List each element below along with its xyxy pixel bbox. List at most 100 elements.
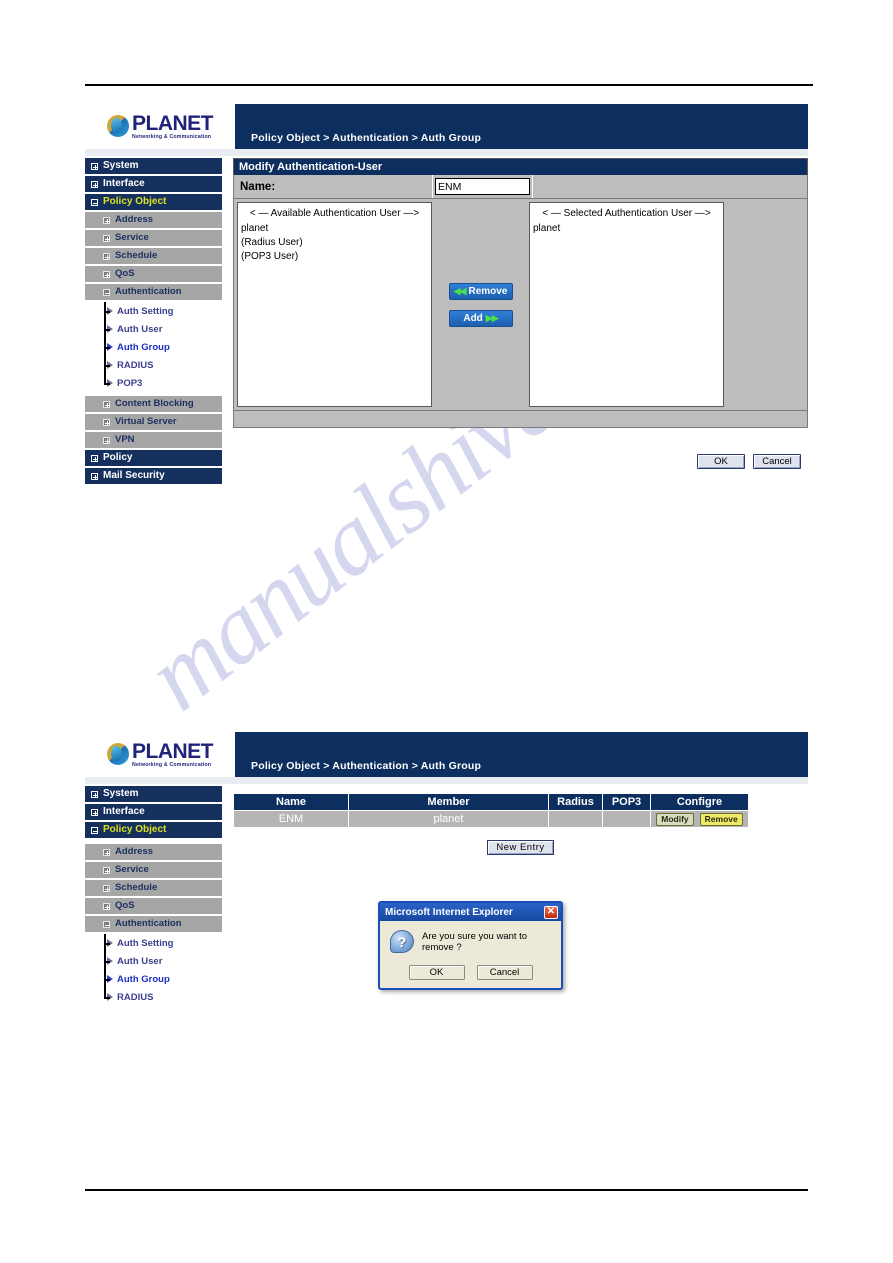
chevron-double-right-icon: ▶▶ — [485, 312, 499, 323]
sidebar-item-address[interactable]: Address — [85, 212, 222, 228]
sidebar-item-label: Auth Group — [117, 341, 170, 353]
column-header-pop3: POP3 — [602, 793, 651, 811]
arrow-right-icon — [107, 939, 113, 947]
list-item[interactable]: (Radius User) — [241, 236, 428, 250]
sidebar-item-address[interactable]: Address — [85, 844, 222, 860]
dialog-ok-button[interactable]: OK — [408, 965, 465, 980]
planet-logo: PLANET Networking & Communication — [85, 104, 235, 149]
remove-button[interactable]: ◀◀ Remove — [448, 282, 513, 300]
sidebar-item-auth-user[interactable]: Auth User — [104, 952, 222, 970]
new-entry-button[interactable]: New Entry — [487, 840, 554, 855]
plus-icon — [91, 162, 98, 170]
sidebar-item-service[interactable]: Service — [85, 230, 222, 246]
available-users-listbox[interactable]: < — Available Authentication User —> pla… — [237, 202, 432, 407]
sidebar-item-policy-object[interactable]: Policy Object — [85, 822, 222, 838]
ok-button[interactable]: OK — [697, 454, 745, 469]
dialog-message: Are you sure you want to remove ? — [422, 930, 528, 953]
confirm-dialog: Microsoft Internet Explorer ✕ ? Are you … — [378, 901, 563, 990]
sidebar-item-vpn[interactable]: VPN — [85, 432, 222, 448]
question-icon: ? — [390, 930, 414, 953]
sidebar-item-mail-security[interactable]: Mail Security — [85, 468, 222, 484]
sidebar-item-label: Policy Object — [103, 196, 167, 207]
header-breadcrumb-bar-2: Policy Object > Authentication > Auth Gr… — [235, 732, 808, 777]
panel-footer-strip — [233, 411, 808, 428]
minus-icon — [91, 198, 98, 206]
selected-users-listbox[interactable]: < — Selected Authentication User —> plan… — [529, 202, 724, 407]
plus-icon — [91, 180, 98, 188]
plus-icon — [91, 454, 98, 462]
available-list-header: < — Available Authentication User —> — [249, 208, 420, 219]
sidebar-item-label: POP3 — [117, 377, 143, 389]
list-item[interactable]: planet — [241, 222, 428, 236]
panel-title: Modify Authentication-User — [233, 158, 808, 175]
list-item[interactable]: planet — [533, 222, 720, 236]
sidebar-item-label: System — [103, 788, 139, 799]
close-icon[interactable]: ✕ — [544, 905, 558, 919]
add-button-label: Add — [463, 312, 483, 324]
plus-icon — [103, 884, 110, 892]
sidebar-item-label: Auth Setting — [117, 937, 174, 949]
sidebar-item-radius[interactable]: RADIUS — [104, 988, 222, 1006]
plus-icon — [103, 252, 110, 260]
list-item[interactable]: (POP3 User) — [241, 250, 428, 264]
sidebar-item-authentication[interactable]: Authentication — [85, 916, 222, 932]
minus-icon — [103, 288, 110, 296]
sidebar-item-authentication[interactable]: Authentication — [85, 284, 222, 300]
dual-list-row: < — Available Authentication User —> pla… — [233, 199, 808, 411]
sidebar-item-schedule[interactable]: Schedule — [85, 248, 222, 264]
sidebar-item-label: QoS — [115, 900, 135, 911]
column-header-name: Name — [233, 793, 349, 811]
plus-icon — [103, 866, 110, 874]
sidebar-item-label: Service — [115, 864, 149, 875]
sidebar-item-label: Virtual Server — [115, 416, 177, 427]
page-rule-top — [85, 84, 813, 86]
modify-button[interactable]: Modify — [656, 812, 694, 826]
sidebar-item-label: Interface — [103, 806, 145, 817]
sidebar-item-qos[interactable]: QoS — [85, 266, 222, 282]
add-button[interactable]: Add ▶▶ — [448, 309, 513, 327]
logo-name: PLANET — [132, 739, 214, 763]
sidebar-item-system[interactable]: System — [85, 786, 222, 802]
sidebar-item-label: Address — [115, 214, 154, 225]
sidebar-item-policy[interactable]: Policy — [85, 450, 222, 466]
cancel-button[interactable]: Cancel — [753, 454, 801, 469]
arrow-right-icon — [107, 379, 113, 387]
sidebar-item-interface[interactable]: Interface — [85, 804, 222, 820]
cell-name: ENM — [233, 810, 349, 828]
remove-row-button[interactable]: Remove — [699, 812, 743, 826]
sidebar-item-service[interactable]: Service — [85, 862, 222, 878]
sidebar-item-auth-setting[interactable]: Auth Setting — [104, 302, 222, 320]
sidebar-item-auth-user[interactable]: Auth User — [104, 320, 222, 338]
sidebar-item-schedule[interactable]: Schedule — [85, 880, 222, 896]
dialog-cancel-button[interactable]: Cancel — [476, 965, 533, 980]
sidebar-item-label: VPN — [115, 434, 135, 445]
sidebar-item-radius[interactable]: RADIUS — [104, 356, 222, 374]
sidebar-item-label: Interface — [103, 178, 145, 189]
sidebar-item-interface[interactable]: Interface — [85, 176, 222, 192]
sidebar-item-auth-group[interactable]: Auth Group — [104, 970, 222, 988]
sidebar-item-content-blocking[interactable]: Content Blocking — [85, 396, 222, 412]
sidebar-item-auth-setting[interactable]: Auth Setting — [104, 934, 222, 952]
sidebar-item-label: Authentication — [115, 286, 182, 297]
arrow-right-icon — [107, 361, 113, 369]
plus-icon — [91, 472, 98, 480]
name-input[interactable] — [435, 178, 530, 195]
column-header-configre: Configre — [650, 793, 749, 811]
sidebar-item-label: Schedule — [115, 882, 158, 893]
arrow-right-icon — [107, 343, 113, 351]
sidebar-item-system[interactable]: System — [85, 158, 222, 174]
auth-group-table: Name Member Radius POP3 Configre ENM pla… — [233, 793, 749, 828]
sidebar-item-virtual-server[interactable]: Virtual Server — [85, 414, 222, 430]
arrow-right-icon — [107, 975, 113, 983]
dialog-titlebar[interactable]: Microsoft Internet Explorer ✕ — [380, 903, 561, 921]
header-underbar-2 — [85, 777, 808, 784]
sidebar-item-pop3[interactable]: POP3 — [104, 374, 222, 392]
sidebar-item-qos[interactable]: QoS — [85, 898, 222, 914]
sidebar-item-label: Address — [115, 846, 154, 857]
sidebar-item-auth-group[interactable]: Auth Group — [104, 338, 222, 356]
globe-icon — [107, 115, 129, 138]
selected-list-header: < — Selected Authentication User —> — [542, 208, 711, 219]
column-header-member: Member — [348, 793, 549, 811]
sidebar-item-policy-object[interactable]: Policy Object — [85, 194, 222, 210]
arrow-right-icon — [107, 957, 113, 965]
